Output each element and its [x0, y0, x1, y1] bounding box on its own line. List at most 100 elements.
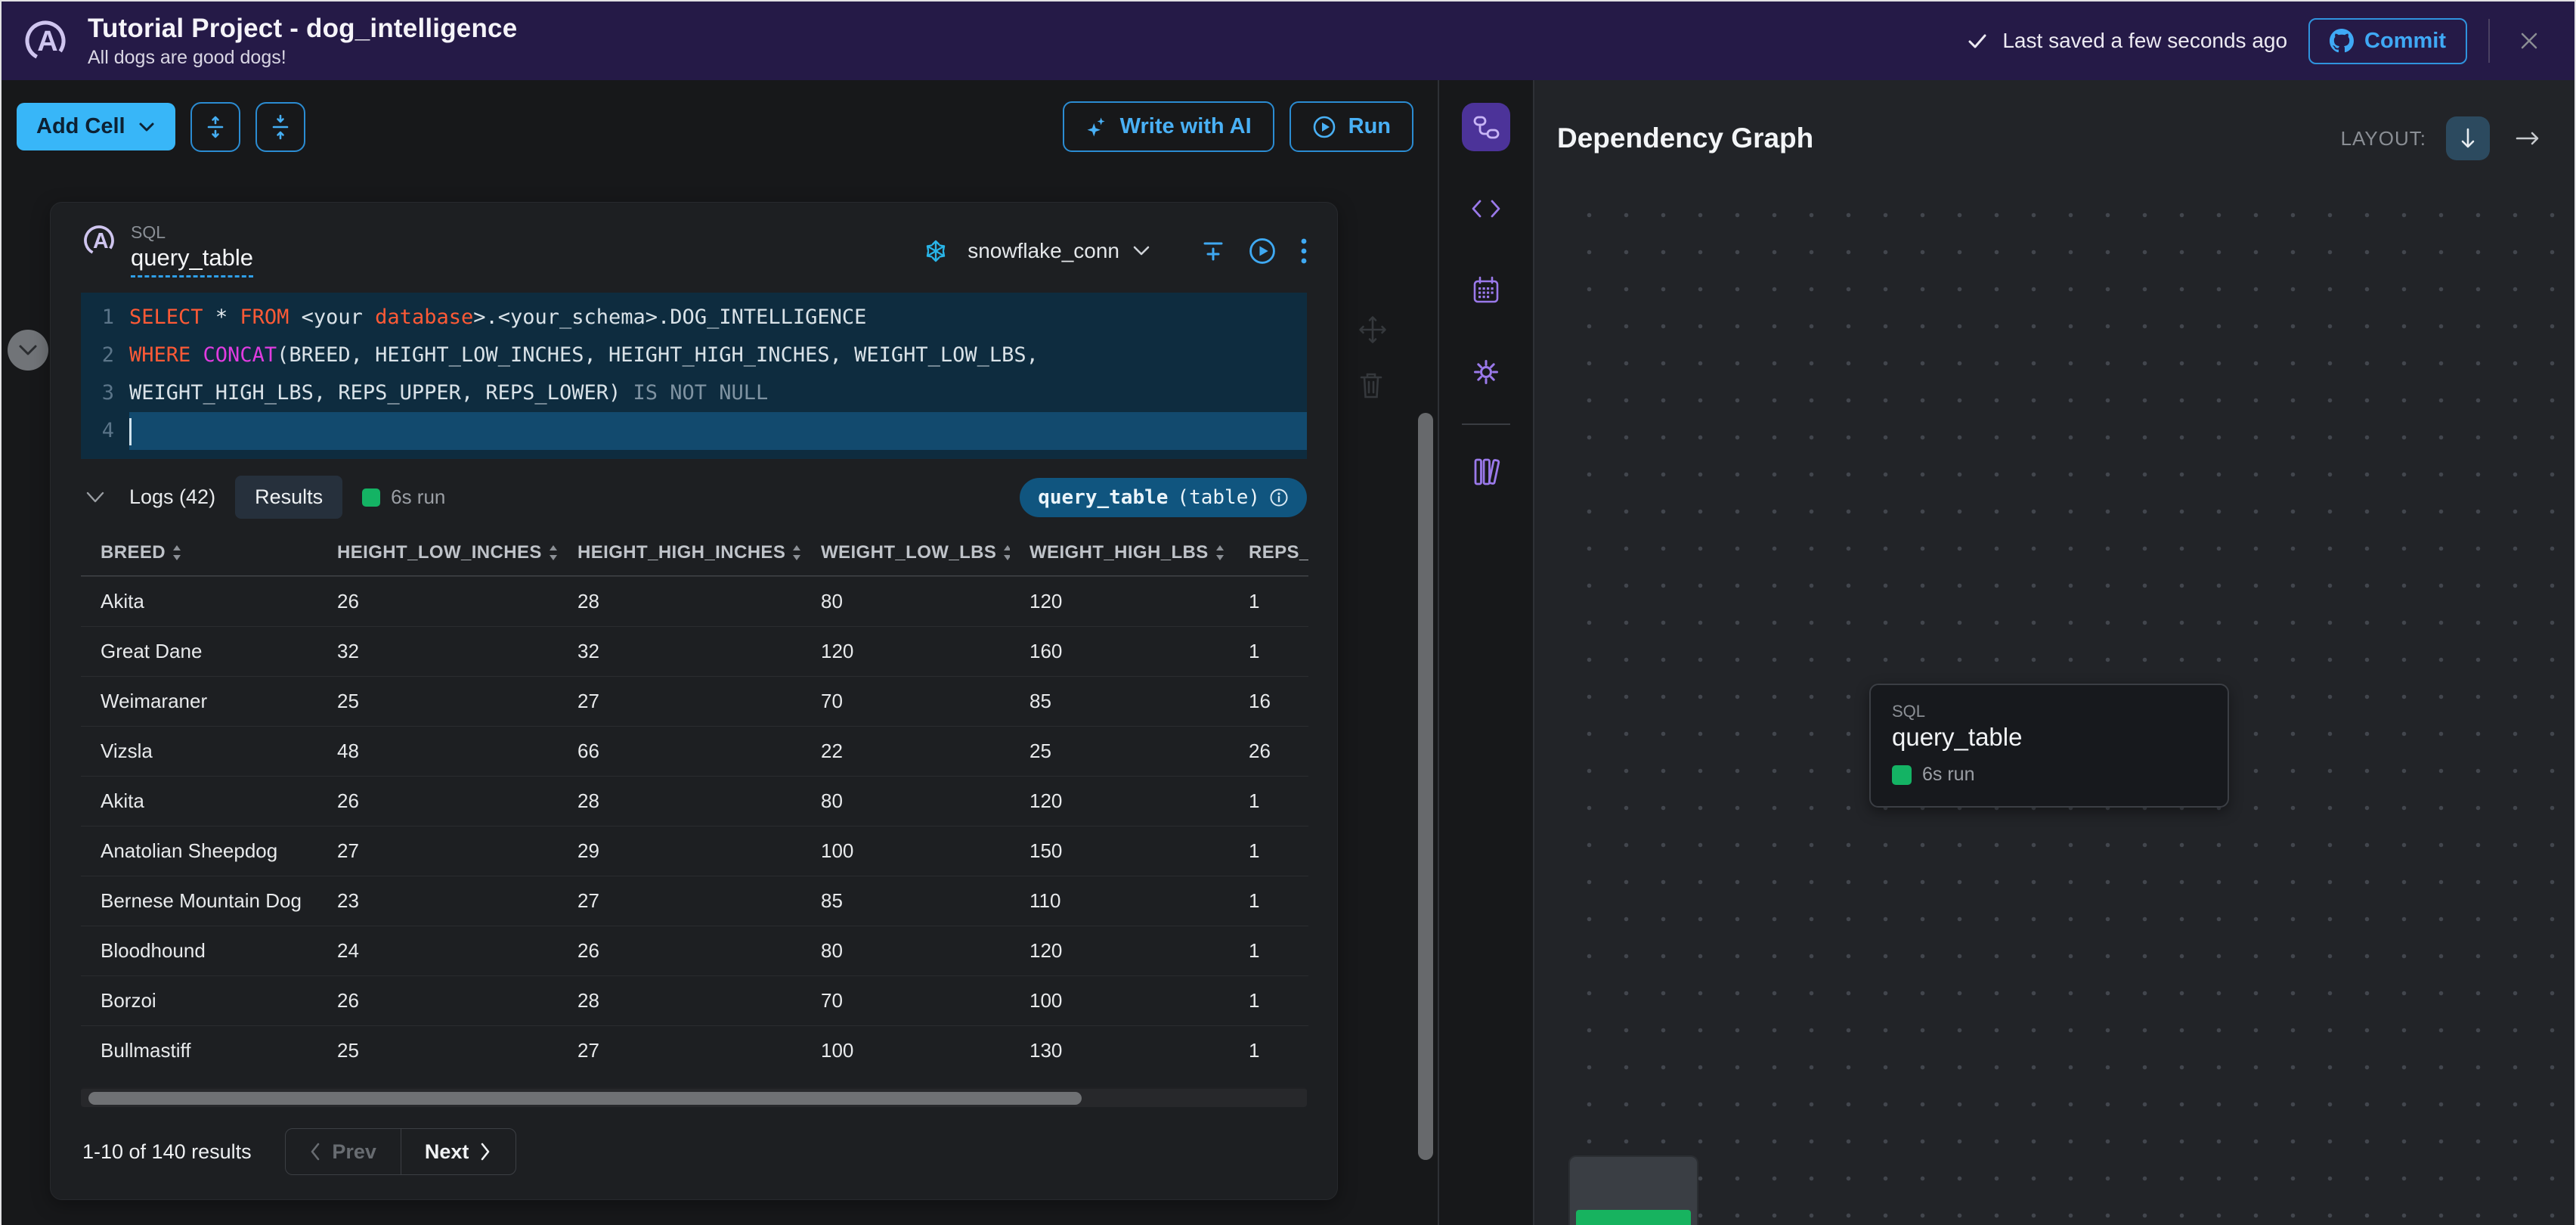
cell-logo-icon: A: [81, 222, 117, 259]
table-row: Akita 26 28 80 120 1: [81, 776, 1308, 826]
table-cell: 16: [1249, 690, 1271, 712]
column-header-breed[interactable]: BREED: [81, 542, 317, 563]
rail-item-dependency-graph[interactable]: [1462, 103, 1510, 151]
side-rail: [1438, 80, 1534, 1225]
code-line[interactable]: 4: [81, 412, 1307, 450]
table-row: Vizsla 48 66 22 25 26: [81, 726, 1308, 776]
graph-node-query-table[interactable]: SQL query_table 6s run: [1869, 684, 2229, 808]
code-line[interactable]: 3 WEIGHT_HIGH_LBS, REPS_UPPER, REPS_LOWER…: [81, 374, 1307, 412]
snowflake-icon: [924, 239, 948, 263]
play-circle-icon: [1312, 115, 1336, 139]
rail-divider: [1462, 423, 1510, 425]
column-header-weight_low_lbs[interactable]: WEIGHT_LOW_LBS: [801, 542, 1010, 563]
code-line[interactable]: 1 SELECT * FROM <your database>.<your_sch…: [81, 299, 1307, 336]
horizontal-scrollbar-track[interactable]: [81, 1087, 1307, 1107]
table-cell: 28: [577, 989, 599, 1012]
table-row: Bloodhound 24 26 80 120 1: [81, 926, 1308, 975]
layout-vertical-button[interactable]: [2446, 116, 2490, 160]
add-cell-button[interactable]: Add Cell: [17, 103, 175, 150]
table-cell: 28: [577, 590, 599, 612]
header-divider: [2488, 19, 2490, 63]
table-cell: 70: [821, 989, 843, 1012]
next-page-button[interactable]: Next: [400, 1129, 516, 1174]
table-cell: 27: [577, 889, 599, 912]
run-all-button[interactable]: Run: [1289, 101, 1413, 152]
table-cell: 25: [337, 690, 359, 712]
chevron-down-icon: [138, 121, 156, 133]
sparkles-icon: [1085, 116, 1108, 138]
table-cell: 27: [337, 839, 359, 862]
notebook-scrollbar-thumb[interactable]: [1418, 413, 1433, 1160]
layout-horizontal-button[interactable]: [2514, 129, 2541, 148]
collapse-all-cells-button[interactable]: [255, 101, 305, 152]
minimap-viewport[interactable]: [1576, 1210, 1691, 1225]
table-cell: 1: [1249, 989, 1260, 1012]
table-cell: 32: [337, 640, 359, 662]
cell-name[interactable]: query_table: [131, 244, 254, 278]
node-type-label: SQL: [1892, 702, 1926, 721]
output-table-badge[interactable]: query_table (table): [1020, 477, 1307, 517]
table-cell: 1: [1249, 789, 1260, 812]
table-cell: 26: [577, 939, 599, 962]
svg-text:A: A: [93, 229, 109, 253]
table-cell: Borzoi: [101, 989, 156, 1012]
table-cell: 1: [1249, 640, 1260, 662]
table-cell: 23: [337, 889, 359, 912]
dependency-graph-panel: Dependency Graph LAYOUT: SQL query_table: [1534, 80, 2574, 1225]
run-status-chip: 6s run: [362, 485, 445, 509]
run-cell-button[interactable]: [1245, 234, 1280, 268]
rail-item-schedule-calendar[interactable]: [1462, 266, 1510, 315]
results-tab[interactable]: Results: [235, 476, 343, 519]
rail-item-library[interactable]: [1462, 448, 1510, 496]
table-cell: Bernese Mountain Dog: [101, 889, 302, 912]
collapse-results-chevron-icon[interactable]: [81, 487, 110, 508]
column-header-height_low_inches[interactable]: HEIGHT_LOW_INCHES: [317, 542, 558, 563]
table-cell: 100: [821, 1039, 854, 1062]
table-cell: 48: [337, 740, 359, 762]
line-number: 2: [101, 343, 114, 367]
write-with-ai-button[interactable]: Write with AI: [1062, 101, 1274, 152]
table-cell: 25: [1029, 740, 1051, 762]
graph-canvas[interactable]: SQL query_table 6s run: [1556, 183, 2574, 1225]
table-cell: 150: [1029, 839, 1063, 862]
expand-all-cells-button[interactable]: [190, 101, 240, 152]
graph-minimap[interactable]: [1568, 1155, 1698, 1225]
table-cell: 120: [1029, 789, 1063, 812]
chevron-left-icon: [309, 1142, 321, 1161]
table-cell: 1: [1249, 939, 1260, 962]
cell-type-label: SQL: [131, 222, 166, 242]
table-row: Weimaraner 25 27 70 85 16: [81, 676, 1308, 726]
logs-label[interactable]: Logs (42): [129, 485, 215, 509]
table-cell: 110: [1029, 889, 1061, 912]
table-cell: 85: [1029, 690, 1051, 712]
node-run-success-indicator: [1892, 764, 1912, 785]
table-cell: 120: [1029, 939, 1063, 962]
connection-selector[interactable]: snowflake_conn: [964, 236, 1154, 266]
rail-item-code[interactable]: [1462, 185, 1510, 233]
svg-text:A: A: [37, 26, 57, 57]
close-button[interactable]: [2511, 23, 2547, 59]
column-header-weight_high_lbs[interactable]: WEIGHT_HIGH_LBS: [1010, 542, 1229, 563]
sql-code-editor[interactable]: 1 SELECT * FROM <your database>.<your_sch…: [81, 293, 1307, 459]
rail-item-settings-gear[interactable]: [1462, 348, 1510, 396]
commit-button[interactable]: Commit: [2308, 17, 2467, 64]
delete-cell-trash-icon[interactable]: [1356, 369, 1389, 401]
move-cell-icon[interactable]: [1356, 313, 1389, 346]
table-cell: 27: [577, 1039, 599, 1062]
prev-page-button[interactable]: Prev: [286, 1129, 401, 1174]
column-header-height_high_inches[interactable]: HEIGHT_HIGH_INCHES: [558, 542, 801, 563]
table-cell: Bloodhound: [101, 939, 206, 962]
table-cell: 29: [577, 839, 599, 862]
collapse-cell-button[interactable]: [8, 330, 48, 371]
results-count: 1-10 of 140 results: [82, 1140, 252, 1163]
table-cell: 1: [1249, 590, 1260, 612]
column-header-reps_lower[interactable]: REPS_LOWER: [1229, 542, 1308, 563]
cell-menu-kebab-icon[interactable]: [1296, 233, 1311, 269]
check-icon: [1966, 29, 1989, 52]
table-cell: 130: [1029, 1039, 1063, 1062]
saved-status: Last saved a few seconds ago: [1966, 29, 2287, 53]
panel-title: Dependency Graph: [1557, 122, 1814, 154]
horizontal-scrollbar-thumb[interactable]: [88, 1092, 1082, 1105]
code-line[interactable]: 2 WHERE CONCAT(BREED, HEIGHT_LOW_INCHES, …: [81, 336, 1307, 374]
add-cell-below-icon[interactable]: [1198, 236, 1228, 266]
